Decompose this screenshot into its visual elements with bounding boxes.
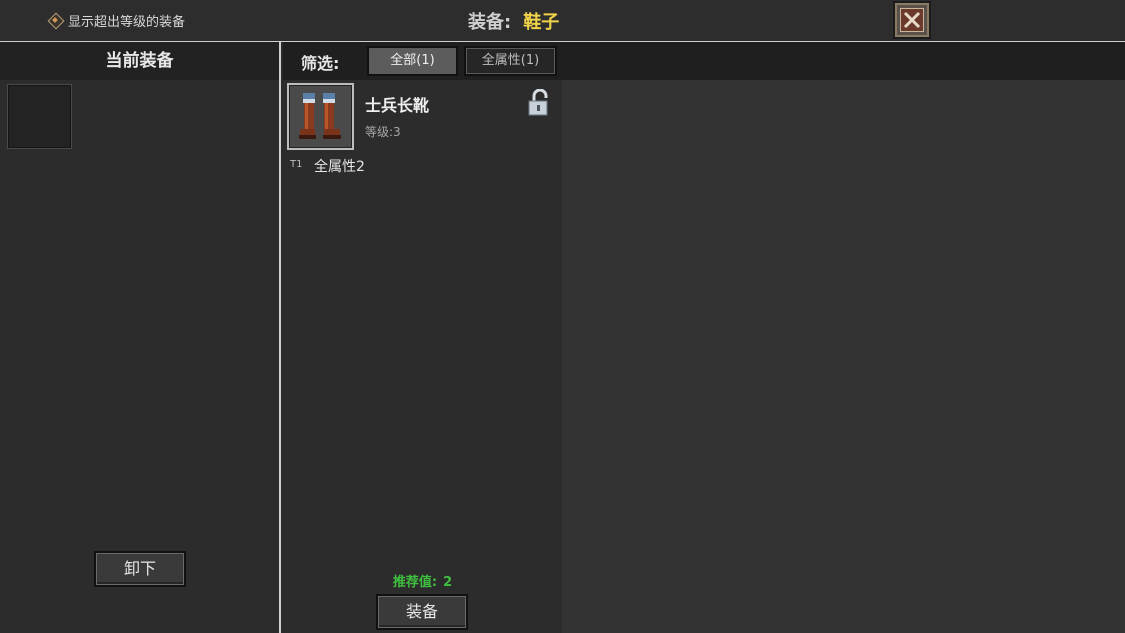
- title-slot-name: 鞋子: [523, 12, 560, 33]
- boots-icon: [299, 93, 341, 139]
- item-icon-frame: [287, 83, 354, 150]
- title-key: 装备:: [468, 12, 512, 33]
- item-name: 士兵长靴: [365, 96, 430, 115]
- item-tier: T1: [290, 159, 303, 170]
- current-equipment-header: 当前装备: [0, 42, 279, 80]
- show-over-level-toggle[interactable]: 显示超出等级的装备: [48, 10, 185, 30]
- filter-label: 筛选:: [301, 54, 340, 73]
- current-equipment-slot[interactable]: [7, 84, 72, 149]
- equip-button[interactable]: 装备: [376, 594, 468, 630]
- item-card[interactable]: 士兵长靴 等级:3 T1 全属性2: [287, 83, 559, 183]
- unlock-icon[interactable]: [527, 88, 551, 117]
- recommend-number: 2: [443, 575, 453, 590]
- current-equipment-panel: 当前装备: [0, 42, 281, 633]
- filter-tab-all[interactable]: 全部(1): [367, 46, 458, 76]
- diamond-checkbox-icon[interactable]: [48, 13, 62, 27]
- page-title: 装备: 鞋子: [468, 8, 559, 34]
- filter-bar: 筛选: 全部(1) 全属性(1): [283, 42, 1125, 80]
- equipment-screen: 显示超出等级的装备 装备: 鞋子 当前装备 卸下 筛选: 全部(1) 全属性(1…: [0, 0, 1125, 633]
- show-over-level-label: 显示超出等级的装备: [68, 14, 186, 30]
- recommend-label: 推荐值:: [392, 575, 438, 590]
- top-bar: 显示超出等级的装备 装备: 鞋子: [0, 0, 1125, 42]
- item-detail-panel: [562, 80, 1125, 633]
- unequip-button[interactable]: 卸下: [94, 551, 186, 587]
- close-icon: [903, 11, 921, 29]
- filter-tab-all-attributes[interactable]: 全属性(1): [464, 46, 557, 76]
- close-button[interactable]: [893, 1, 931, 39]
- item-attribute: 全属性2: [314, 159, 365, 175]
- item-level: 等级:3: [365, 125, 401, 139]
- recommend-value: 推荐值: 2: [283, 571, 562, 590]
